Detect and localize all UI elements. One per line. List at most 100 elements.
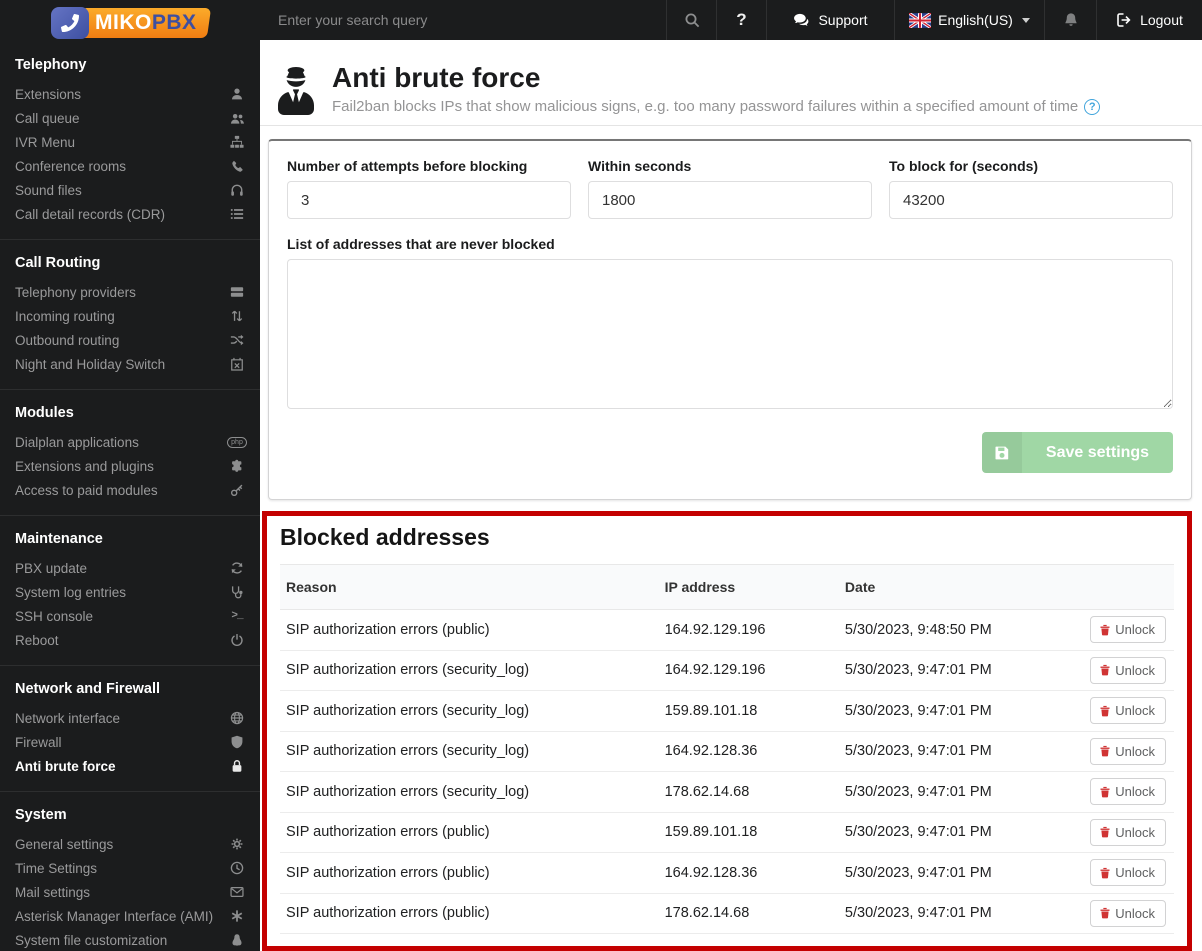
sidebar-item-extensions[interactable]: Extensions xyxy=(15,82,245,106)
logo-badge: MIKOPBX xyxy=(77,8,211,38)
sidebar-item-outbound-routing[interactable]: Outbound routing xyxy=(15,328,245,352)
unlock-button[interactable]: Unlock xyxy=(1090,859,1166,887)
logout-label: Logout xyxy=(1140,12,1183,28)
list-icon xyxy=(229,207,245,221)
page-title: Anti brute force xyxy=(332,62,541,93)
unlock-button[interactable]: Unlock xyxy=(1090,737,1166,765)
save-settings-label: Save settings xyxy=(1045,443,1150,461)
blocked-addresses-title: Blocked addresses xyxy=(280,524,490,550)
sidebar-item-anti-brute-force[interactable]: Anti brute force xyxy=(15,754,245,778)
page-header: Anti brute force Fail2ban blocks IPs tha… xyxy=(260,40,1202,126)
search-icon xyxy=(684,12,700,28)
sidebar-section-telephony: Telephony Extensions Call queue IVR Menu… xyxy=(0,42,260,239)
sidebar-item-network-interface[interactable]: Network interface xyxy=(15,706,245,730)
logout-button[interactable]: Logout xyxy=(1096,0,1202,40)
sidebar-item-pbx-update[interactable]: PBX update xyxy=(15,556,245,580)
app-logo[interactable]: MIKOPBX xyxy=(0,0,260,42)
sidebar-item-paid-modules[interactable]: Access to paid modules xyxy=(15,478,245,502)
sidebar-item-firewall[interactable]: Firewall xyxy=(15,730,245,754)
sync-icon xyxy=(229,561,245,575)
table-header-row: Reason IP address Date xyxy=(280,564,1174,610)
sidebar-item-sound-files[interactable]: Sound files xyxy=(15,178,245,202)
unlock-button[interactable]: Unlock xyxy=(1090,616,1166,644)
asterisk-icon xyxy=(229,909,245,923)
sidebar-item-time-settings[interactable]: Time Settings xyxy=(15,856,245,880)
sidebar-item-extensions-plugins[interactable]: Extensions and plugins xyxy=(15,454,245,478)
blocked-addresses-table: Reason IP address Date SIP authorization… xyxy=(280,564,1174,934)
lock-icon xyxy=(229,759,245,773)
providers-icon xyxy=(229,285,245,299)
column-date: Date xyxy=(838,564,1085,610)
within-seconds-input[interactable] xyxy=(588,181,872,219)
logout-icon xyxy=(1116,12,1132,28)
terminal-icon: >_ xyxy=(231,610,243,622)
user-secret-icon xyxy=(274,67,318,115)
globe-icon xyxy=(229,711,245,725)
table-row: SIP authorization errors (security_log) … xyxy=(280,650,1174,691)
notifications-button[interactable] xyxy=(1044,0,1096,40)
table-row: SIP authorization errors (public) 164.92… xyxy=(280,852,1174,894)
cogs-icon xyxy=(229,837,245,851)
attempts-input[interactable] xyxy=(287,181,571,219)
envelope-icon xyxy=(229,885,245,899)
trash-icon xyxy=(1099,624,1111,636)
help-label: ? xyxy=(736,10,747,29)
sidebar-item-telephony-providers[interactable]: Telephony providers xyxy=(15,280,245,304)
sidebar-item-cdr[interactable]: Call detail records (CDR) xyxy=(15,202,245,226)
stethoscope-icon xyxy=(229,585,245,599)
save-settings-button[interactable]: Save settings xyxy=(982,432,1173,473)
bell-icon xyxy=(1063,12,1079,28)
unlock-button[interactable]: Unlock xyxy=(1090,899,1166,927)
help-button[interactable]: ? xyxy=(716,0,766,40)
section-title: Telephony xyxy=(15,57,87,73)
trash-icon xyxy=(1099,705,1111,717)
sidebar-item-system-log-entries[interactable]: System log entries xyxy=(15,580,245,604)
comments-icon xyxy=(793,12,810,29)
unlock-button[interactable]: Unlock xyxy=(1090,778,1166,806)
support-button[interactable]: Support xyxy=(766,0,894,40)
column-reason: Reason xyxy=(280,564,659,610)
sidebar-item-call-queue[interactable]: Call queue xyxy=(15,106,245,130)
block-for-label: To block for (seconds) xyxy=(889,158,1039,174)
language-dropdown[interactable]: English(US) xyxy=(894,0,1044,40)
sidebar-item-system-file-customization[interactable]: System file customization xyxy=(15,928,245,951)
sidebar-item-reboot[interactable]: Reboot xyxy=(15,628,245,652)
sidebar-item-general-settings[interactable]: General settings xyxy=(15,832,245,856)
php-icon: php xyxy=(227,436,247,448)
search-input[interactable] xyxy=(278,12,666,28)
sidebar-item-dialplan-applications[interactable]: Dialplan applications php xyxy=(15,430,247,454)
sidebar-item-ssh-console[interactable]: SSH console >_ xyxy=(15,604,245,628)
chevron-down-icon xyxy=(1021,17,1030,23)
table-row: SIP authorization errors (security_log) … xyxy=(280,690,1174,732)
search-button[interactable] xyxy=(666,0,716,40)
sidebar: MIKOPBX Telephony Extensions Call queue … xyxy=(0,0,260,951)
sidebar-item-conference-rooms[interactable]: Conference rooms xyxy=(15,154,245,178)
clock-icon xyxy=(229,861,245,875)
section-title: Network and Firewall xyxy=(15,681,161,697)
column-ip: IP address xyxy=(658,564,839,610)
never-blocked-textarea[interactable] xyxy=(287,259,1173,409)
sidebar-item-mail-settings[interactable]: Mail settings xyxy=(15,880,245,904)
section-title: Call Routing xyxy=(15,255,101,271)
calendar-times-icon xyxy=(229,357,245,371)
unlock-button[interactable]: Unlock xyxy=(1090,697,1166,725)
anti-brute-force-form: Number of attempts before blocking Withi… xyxy=(268,139,1192,500)
logo-text-pbx: PBX xyxy=(152,10,197,34)
section-title: Modules xyxy=(15,405,74,421)
help-circle-icon[interactable]: ? xyxy=(1084,98,1101,115)
sidebar-item-ivr-menu[interactable]: IVR Menu xyxy=(15,130,245,154)
unlock-button[interactable]: Unlock xyxy=(1090,656,1166,684)
sitemap-icon xyxy=(229,135,245,149)
sidebar-item-night-holiday-switch[interactable]: Night and Holiday Switch xyxy=(15,352,245,376)
trash-icon xyxy=(1099,867,1111,879)
unlock-button[interactable]: Unlock xyxy=(1090,818,1166,846)
table-row: SIP authorization errors (public) 164.92… xyxy=(280,609,1174,651)
uk-flag-icon xyxy=(909,12,932,28)
sidebar-item-ami[interactable]: Asterisk Manager Interface (AMI) xyxy=(15,904,245,928)
search-area xyxy=(260,0,666,40)
block-for-input[interactable] xyxy=(889,181,1173,219)
headphones-icon xyxy=(229,183,245,197)
sidebar-section-call-routing: Call Routing Telephony providers Incomin… xyxy=(0,239,260,389)
column-actions xyxy=(1084,564,1174,610)
sidebar-item-incoming-routing[interactable]: Incoming routing xyxy=(15,304,245,328)
